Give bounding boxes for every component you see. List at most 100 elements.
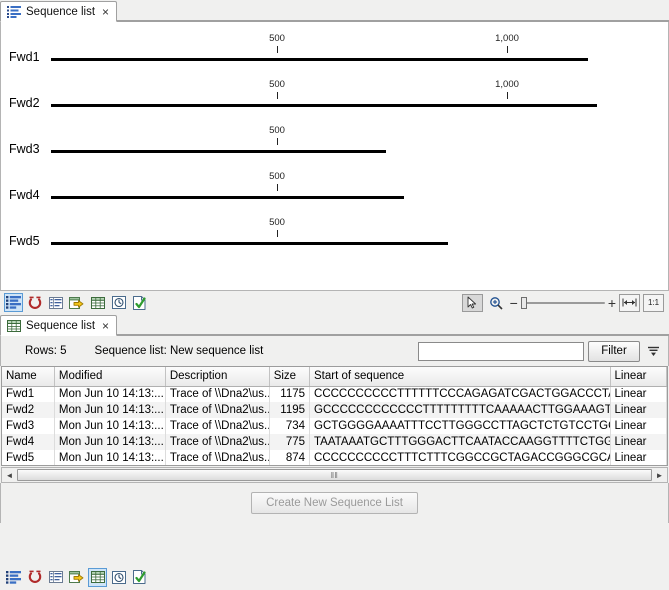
zoom-slider-handle[interactable] (520, 296, 527, 309)
column-header-linear[interactable]: Linear (610, 367, 667, 387)
scrollbar-track[interactable]: ‖‖ (17, 468, 652, 482)
sequence-name-label: Fwd3 (9, 142, 40, 156)
application-window: Sequence list × Fwd1 500 1,000 Fwd2 500 1,000… (0, 0, 669, 590)
tab-sequence-list-graphic[interactable]: Sequence list × (0, 1, 118, 22)
filter-button[interactable]: Filter (588, 340, 640, 362)
export-graphics-icon[interactable] (67, 293, 86, 312)
cell-size: 775 (269, 434, 311, 450)
filter-input[interactable] (418, 341, 584, 361)
cell-linear: Linear (610, 402, 667, 418)
table-row[interactable]: Fwd1 Mon Jun 10 14:13:... Trace of \\Dna2\… (2, 386, 667, 402)
history-icon[interactable] (109, 568, 128, 587)
cell-name: Fwd4 (2, 434, 55, 450)
cell-description: Trace of \\Dna2\us... (165, 450, 270, 465)
table-row[interactable]: Fwd2 Mon Jun 10 14:13:... Trace of \\Dna2\… (2, 402, 667, 418)
graphic-view-tabbar: Sequence list × (0, 0, 669, 22)
tab-label: Sequence list (26, 319, 96, 332)
sequence-list-view-icon[interactable] (4, 568, 23, 587)
cell-start: GCTGGGGAAAATTTCCTTGGGCCTTAGCTCTGTCCTGCAA… (309, 418, 611, 434)
element-info-icon[interactable] (130, 568, 149, 587)
close-icon[interactable]: × (102, 6, 109, 18)
zoom-in-icon[interactable] (486, 294, 507, 312)
sequence-bar[interactable] (51, 196, 404, 199)
element-info-icon[interactable] (130, 293, 149, 312)
cell-linear: Linear (610, 434, 667, 450)
cell-size: 734 (269, 418, 311, 434)
annotation-table-icon[interactable] (46, 568, 65, 587)
fit-width-icon[interactable] (619, 293, 640, 312)
column-header-size[interactable]: Size (269, 367, 311, 387)
table-view-icon[interactable] (88, 567, 107, 587)
cell-size: 874 (269, 450, 311, 465)
circular-view-icon[interactable] (25, 568, 44, 587)
table-row[interactable]: Fwd3 Mon Jun 10 14:13:... Trace of \\Dna2\… (2, 418, 667, 434)
table-horizontal-scrollbar[interactable]: ◄ ‖‖ ► (1, 467, 668, 483)
one-to-one-label: 1:1 (647, 298, 660, 307)
ruler-tick-label: 500 (269, 217, 285, 228)
ruler-tick-label: 500 (269, 33, 285, 44)
sequence-bar[interactable] (51, 242, 448, 245)
zoom-slider[interactable] (520, 296, 605, 310)
ruler-tick-mark (507, 92, 508, 99)
history-icon[interactable] (109, 293, 128, 312)
zoom-out-button[interactable]: − (510, 296, 518, 310)
selection-arrow-icon[interactable] (461, 293, 483, 312)
cell-size: 1175 (269, 386, 311, 402)
cell-start: GCCCCCCCCCCCCTTTTTTTTTCAAAAACTTGGAAAGTTT… (309, 402, 611, 418)
table-view-icon[interactable] (88, 293, 107, 312)
sequence-table[interactable]: Name Modified Description Size Start of sequ… (1, 366, 668, 466)
filter-options-icon[interactable] (644, 342, 662, 360)
sequence-bar[interactable] (51, 58, 588, 61)
cell-linear: Linear (610, 450, 667, 465)
ruler-tick-label: 500 (269, 79, 285, 90)
cell-size: 1195 (269, 402, 311, 418)
cell-start: CCCCCCCCCCTTTTTTCCCAGAGATCGACTGGACCCTAGT… (309, 386, 611, 402)
tab-sequence-list-table[interactable]: Sequence list × (0, 315, 118, 336)
cell-modified: Mon Jun 10 14:13:... (54, 450, 166, 465)
ruler-tick-mark (277, 46, 278, 53)
column-header-description[interactable]: Description (165, 367, 270, 387)
create-list-bar: Create New Sequence List (0, 483, 669, 523)
circular-view-icon[interactable] (25, 293, 44, 312)
sequence-name-label: Fwd2 (9, 96, 40, 110)
zoom-in-button[interactable]: + (608, 296, 616, 310)
sequence-graphic-panel[interactable]: Fwd1 500 1,000 Fwd2 500 1,000 Fwd3 500 Fwd4 500 Fw… (0, 22, 669, 290)
table-row[interactable]: Fwd4 Mon Jun 10 14:13:... Trace of \\Dna2\… (2, 434, 667, 450)
rows-count-label: Rows: 5 (25, 345, 67, 357)
ruler-tick-mark (277, 92, 278, 99)
scroll-left-arrow[interactable]: ◄ (2, 468, 17, 482)
annotation-table-icon[interactable] (46, 293, 65, 312)
table-header-row: Name Modified Description Size Start of sequ… (2, 367, 667, 387)
scrollbar-thumb[interactable]: ‖‖ (17, 469, 652, 481)
one-to-one-icon[interactable]: 1:1 (643, 293, 664, 312)
cell-name: Fwd1 (2, 386, 55, 402)
sequence-list-title: Sequence list: New sequence list (94, 345, 264, 357)
tabbar-filler (117, 314, 669, 335)
column-header-modified[interactable]: Modified (54, 367, 166, 387)
ruler-tick-label: 1,000 (495, 79, 519, 90)
sequence-name-label: Fwd5 (9, 234, 40, 248)
sequence-table-panel: Sequence list × Rows: 5 Sequence list: N… (0, 314, 669, 590)
cell-description: Trace of \\Dna2\us... (165, 402, 270, 418)
cell-name: Fwd5 (2, 450, 55, 465)
table-row[interactable]: Fwd5 Mon Jun 10 14:13:... Trace of \\Dna2\… (2, 450, 667, 465)
close-icon[interactable]: × (102, 320, 109, 332)
export-graphics-icon[interactable] (67, 568, 86, 587)
column-header-start[interactable]: Start of sequence (309, 367, 611, 387)
cell-name: Fwd2 (2, 402, 55, 418)
sequence-bar[interactable] (51, 150, 386, 153)
sequence-name-label: Fwd1 (9, 50, 40, 64)
column-header-name[interactable]: Name (2, 367, 55, 387)
sequence-list-view-icon[interactable] (4, 293, 23, 312)
table-view-toolbar (0, 564, 669, 590)
cell-description: Trace of \\Dna2\us... (165, 386, 270, 402)
tab-label: Sequence list (26, 5, 96, 18)
cell-description: Trace of \\Dna2\us... (165, 434, 270, 450)
sequence-bar[interactable] (51, 104, 597, 107)
graphic-view-toolbar: − + 1:1 (0, 290, 669, 314)
scroll-right-arrow[interactable]: ► (652, 468, 667, 482)
view-mode-buttons (0, 293, 149, 312)
create-new-sequence-list-button[interactable]: Create New Sequence List (251, 492, 418, 514)
cell-modified: Mon Jun 10 14:13:... (54, 402, 166, 418)
ruler-tick-mark (277, 138, 278, 145)
